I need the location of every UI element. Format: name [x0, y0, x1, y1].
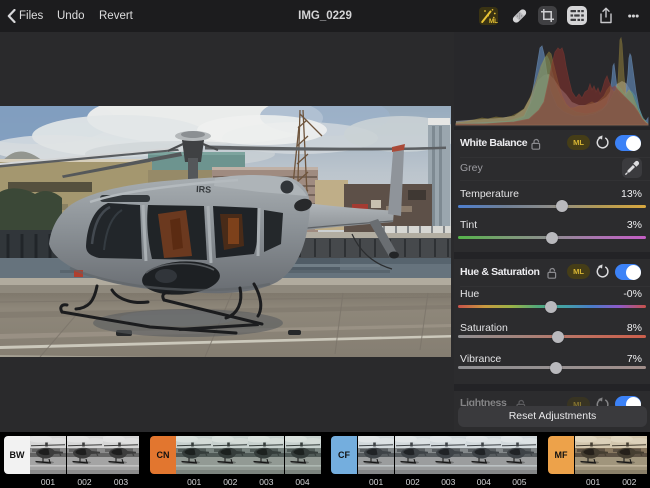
- svg-text:ML: ML: [489, 18, 498, 25]
- svg-text:IRS: IRS: [196, 184, 212, 195]
